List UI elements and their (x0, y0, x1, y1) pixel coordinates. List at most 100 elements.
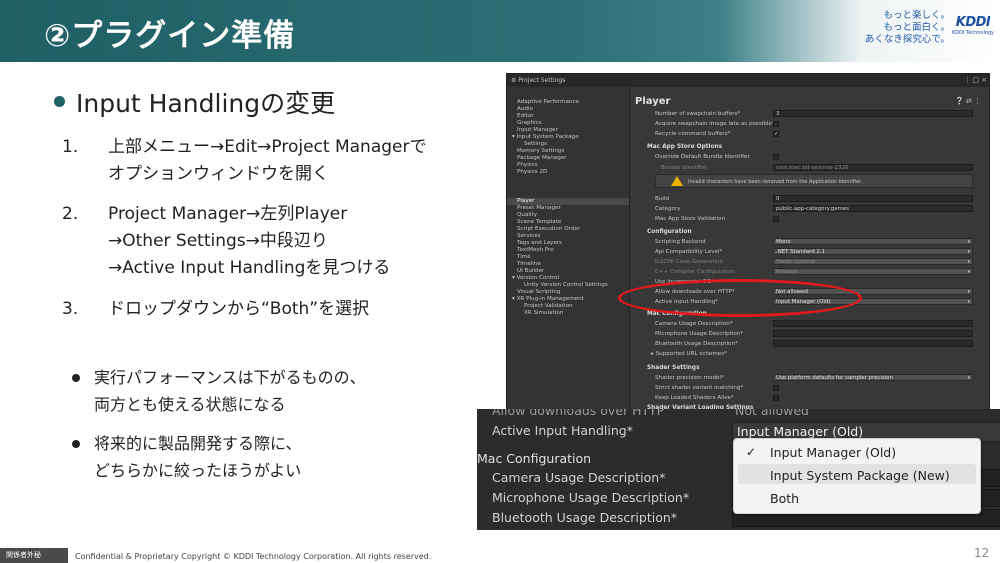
bundle-identifier-field[interactable]: com.ktec.bd-seminar-2326 (773, 164, 973, 171)
option-input-system-new[interactable]: Input System Package (New) (770, 468, 950, 483)
sidebar-item[interactable]: Timeline (517, 261, 541, 267)
zoom-row-label: Camera Usage Description* (492, 470, 666, 485)
sidebar-item[interactable]: UI Builder (517, 268, 544, 274)
more-options-icon[interactable]: ⋮ (964, 76, 971, 84)
warning-box: Invalid characters have been removed fro… (655, 174, 973, 188)
section-header: Shader Settings (647, 365, 700, 371)
option-input-manager-old[interactable]: Input Manager (Old) (770, 445, 896, 460)
il2cpp-dropdown[interactable]: Faster runtime ▾ (773, 258, 973, 265)
gear-icon: ⚙ Project Settings (511, 77, 566, 84)
chevron-down-icon: ▾ (967, 299, 970, 305)
row-label: Strict shader variant matching* (655, 385, 744, 391)
section-bullet-icon (54, 96, 65, 107)
row-label: Build (655, 196, 670, 202)
chevron-down-icon: ▾ (967, 259, 970, 265)
logo-subtext: KDDI Technology (951, 30, 995, 36)
zoom-row-label: Microphone Usage Description* (492, 490, 690, 505)
store-validation-checkbox[interactable] (773, 216, 779, 222)
sidebar-item[interactable]: Services (517, 233, 541, 239)
active-input-options-menu: ✓ Input Manager (Old) Input System Packa… (733, 438, 981, 514)
slide-header: ②プラグイン準備 (0, 0, 1000, 62)
step-line: →Active Input Handlingを見つける (108, 258, 391, 278)
swapchain-buffers-field[interactable]: 3 (773, 110, 973, 117)
note-line: 将来的に製品開発する際に、 (94, 434, 302, 453)
row-label: Scripting Backend (655, 239, 706, 245)
sidebar-item[interactable]: Scene Template (517, 219, 561, 225)
shader-precision-dropdown[interactable]: Use platform defaults for sampler precis… (773, 374, 973, 381)
step-text: Project Manager→左列Player →Other Settings… (108, 201, 498, 282)
tagline-line-3: あくなき探究心で。 (864, 34, 950, 45)
sidebar-item[interactable]: Visual Scripting (517, 289, 560, 295)
chevron-down-icon: ▾ (967, 239, 970, 245)
sidebar-item[interactable]: Script Execution Order (517, 226, 580, 232)
panel-title: Player (635, 96, 671, 107)
tagline-line-2: もっと面白く。 (883, 22, 950, 33)
recycle-cmd-checkbox[interactable]: ✓ (773, 131, 779, 137)
sidebar-item[interactable]: TextMesh Pro (517, 247, 554, 253)
note-bullet-icon (72, 440, 80, 448)
acquire-swapchain-checkbox[interactable] (773, 121, 779, 127)
build-field[interactable]: 0 (773, 195, 973, 202)
row-label: Bluetooth Usage Description* (655, 341, 738, 347)
brand-tagline: もっと楽しく。 もっと面白く。 あくなき探究心で。 (862, 10, 950, 46)
sidebar-item-input-system[interactable]: ▾ Input System Package (512, 134, 579, 140)
sidebar-item[interactable]: Unity Version Control Settings (524, 282, 608, 288)
override-bundle-checkbox[interactable] (773, 154, 779, 160)
sidebar-item[interactable]: Preset Manager (517, 205, 561, 211)
note-bullet-icon (72, 374, 80, 382)
scripting-backend-dropdown[interactable]: Mono ▾ (773, 238, 973, 245)
sidebar-item[interactable]: Memory Settings (517, 148, 564, 154)
section-heading: Input Handlingの変更 (76, 89, 336, 118)
sidebar-item[interactable]: Time (517, 254, 531, 260)
sidebar-item[interactable]: XR Simulation (524, 310, 563, 316)
warning-icon (671, 176, 683, 186)
tagline-line-1: もっと楽しく。 (883, 10, 950, 21)
category-field[interactable]: public.app-category.games (773, 205, 973, 212)
note-1: 実行パフォーマンスは下がるものの、 両方とも使える状態になる (94, 364, 366, 418)
row-label: Recycle command buffers* (655, 131, 731, 137)
sidebar-item[interactable]: Project Validation (524, 303, 573, 309)
cpp-config-dropdown[interactable]: Release ▾ (773, 268, 973, 275)
sidebar-item[interactable]: Quality (517, 212, 537, 218)
bt-usage-field[interactable] (773, 340, 973, 347)
sidebar-item[interactable]: Settings (524, 141, 547, 147)
sidebar-item[interactable]: Adaptive Performance (517, 99, 579, 105)
window-title: Project Settings (518, 77, 566, 84)
sidebar-item-xr[interactable]: ▾ XR Plug-in Management (512, 296, 584, 302)
keep-shaders-checkbox[interactable] (773, 395, 779, 401)
row-label: Acquire swapchain image late as possible… (655, 121, 775, 127)
camera-usage-field[interactable] (773, 320, 973, 327)
sidebar-item[interactable]: Tags and Layers (517, 240, 562, 246)
sidebar-item[interactable]: Audio (517, 106, 533, 112)
step-line: Project Manager→左列Player (108, 204, 348, 224)
zoom-row-label: Allow downloads over HTTP (492, 409, 665, 418)
step-line: →Other Settings→中段辺り (108, 231, 328, 251)
logo-mark: KDDI (955, 15, 991, 30)
maximize-icon[interactable]: □ (972, 76, 979, 84)
sidebar-item[interactable]: Input Manager (517, 127, 558, 133)
row-label: Keep Loaded Shaders Alive* (655, 395, 734, 401)
url-schemes-foldout[interactable]: ▸ Supported URL schemes* (651, 351, 727, 357)
option-both[interactable]: Both (770, 491, 799, 506)
close-icon[interactable]: × (981, 76, 987, 84)
sidebar-item-version-control[interactable]: ▾ Version Control (512, 275, 559, 281)
section-header: Mac App Store Options (647, 144, 723, 150)
zoom-row-label: Active Input Handling* (492, 423, 633, 438)
mic-usage-field[interactable] (773, 330, 973, 337)
panel-help-icons[interactable]: ❔ ⇄ ⋮ (955, 97, 981, 105)
strict-shader-checkbox[interactable] (773, 385, 779, 391)
check-icon: ✓ (746, 445, 757, 459)
sidebar-item[interactable]: Physics (517, 162, 538, 168)
sidebar-item[interactable]: Graphics (517, 120, 542, 126)
chevron-down-icon: ▾ (967, 375, 970, 381)
api-level-dropdown[interactable]: .NET Standard 2.1 ▾ (773, 248, 973, 255)
sidebar-item[interactable]: Package Manager (517, 155, 566, 161)
sidebar-item[interactable]: Editor (517, 113, 534, 119)
warning-text: Invalid characters have been removed fro… (688, 179, 863, 185)
sidebar-item[interactable]: Physics 2D (517, 169, 547, 175)
sidebar-item-player[interactable]: Player (517, 198, 534, 204)
step-text: 上部メニュー→Edit→Project Managerで オプションウィンドウを… (108, 134, 498, 188)
confidential-badge: 関係者外秘 (0, 548, 68, 563)
row-label: Microphone Usage Description* (655, 331, 744, 337)
settings-sidebar: Adaptive Performance Audio Editor Graphi… (507, 87, 630, 414)
